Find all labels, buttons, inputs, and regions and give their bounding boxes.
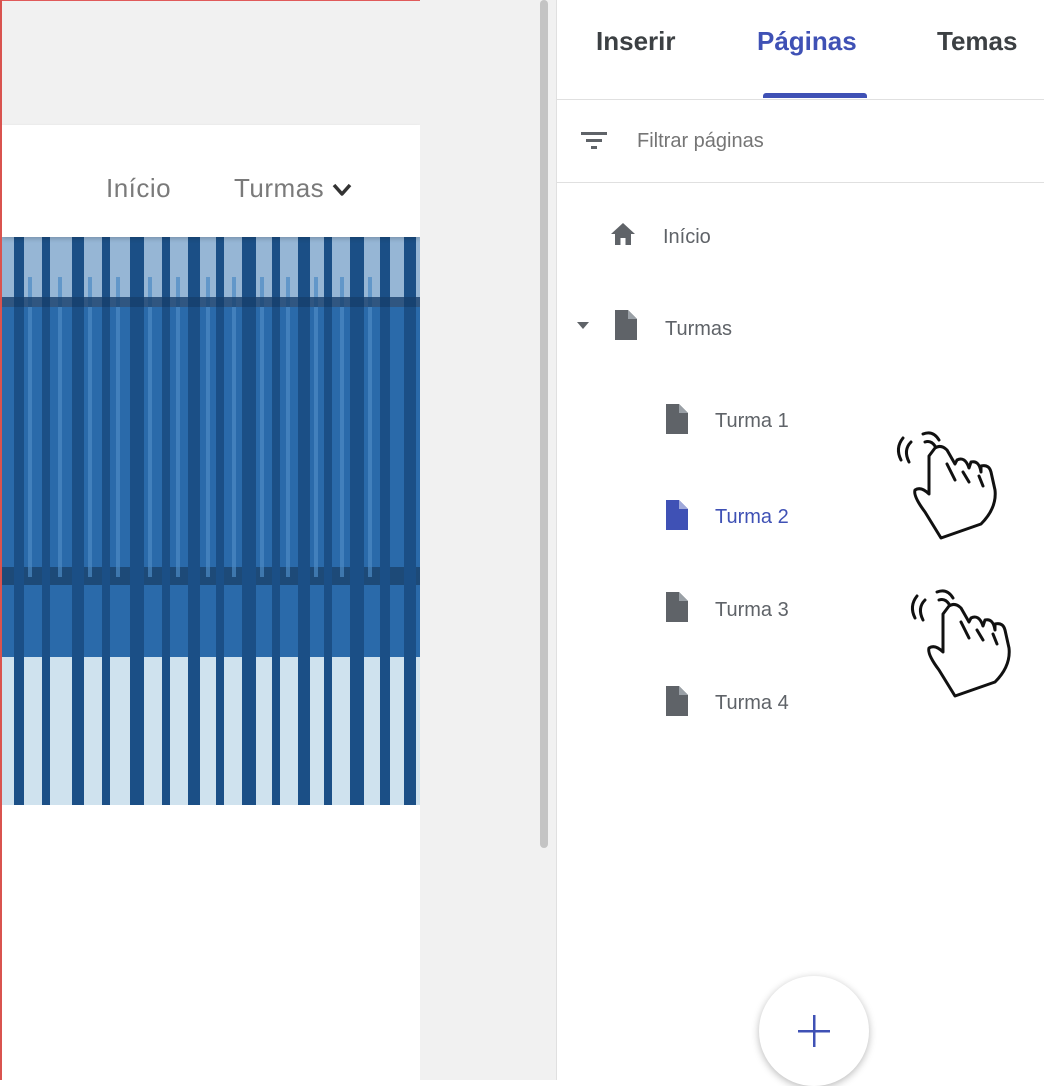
site-navigation-bar: Início Turmas — [2, 125, 420, 237]
home-icon — [611, 223, 635, 245]
tap-hand-icon — [910, 589, 1011, 698]
tabs-divider — [557, 99, 1044, 100]
add-page-button[interactable] — [759, 976, 869, 1086]
filter-divider — [557, 182, 1044, 183]
tab-temas[interactable]: Temas — [937, 26, 1017, 57]
page-icon — [666, 500, 688, 530]
caret-down-icon[interactable] — [577, 322, 589, 330]
editor-gutter — [420, 0, 556, 1080]
page-item-inicio[interactable]: Início — [663, 226, 711, 249]
page-item-turma-4[interactable]: Turma 4 — [715, 692, 789, 715]
page-item-turma-2[interactable]: Turma 2 — [715, 506, 789, 529]
page-icon — [666, 592, 688, 622]
page-item-turmas[interactable]: Turmas — [665, 318, 732, 341]
nav-link-inicio[interactable]: Início — [106, 173, 171, 204]
site-preview: Início Turmas — [0, 0, 420, 1080]
filter-icon[interactable] — [579, 126, 609, 156]
page-icon — [666, 686, 688, 716]
chevron-down-icon — [332, 183, 352, 196]
tab-inserir[interactable]: Inserir — [596, 26, 676, 57]
page-item-turma-3[interactable]: Turma 3 — [715, 599, 789, 622]
gate-photo — [2, 237, 420, 805]
filter-pages-input[interactable]: Filtrar páginas — [637, 130, 764, 153]
nav-link-turmas-label: Turmas — [234, 173, 325, 203]
pages-panel: Inserir Páginas Temas Filtrar páginas In… — [556, 0, 1044, 1086]
preview-scrollbar[interactable] — [540, 0, 548, 848]
tab-paginas[interactable]: Páginas — [757, 26, 857, 57]
tap-hand-icon — [896, 431, 997, 540]
active-tab-indicator — [763, 93, 867, 98]
plus-icon — [798, 1015, 830, 1047]
nav-link-turmas[interactable]: Turmas — [234, 173, 352, 204]
page-item-turma-1[interactable]: Turma 1 — [715, 410, 789, 433]
page-icon — [666, 404, 688, 434]
hero-image-gate — [2, 237, 420, 805]
preview-top-band — [2, 0, 420, 126]
page-icon — [615, 310, 637, 340]
